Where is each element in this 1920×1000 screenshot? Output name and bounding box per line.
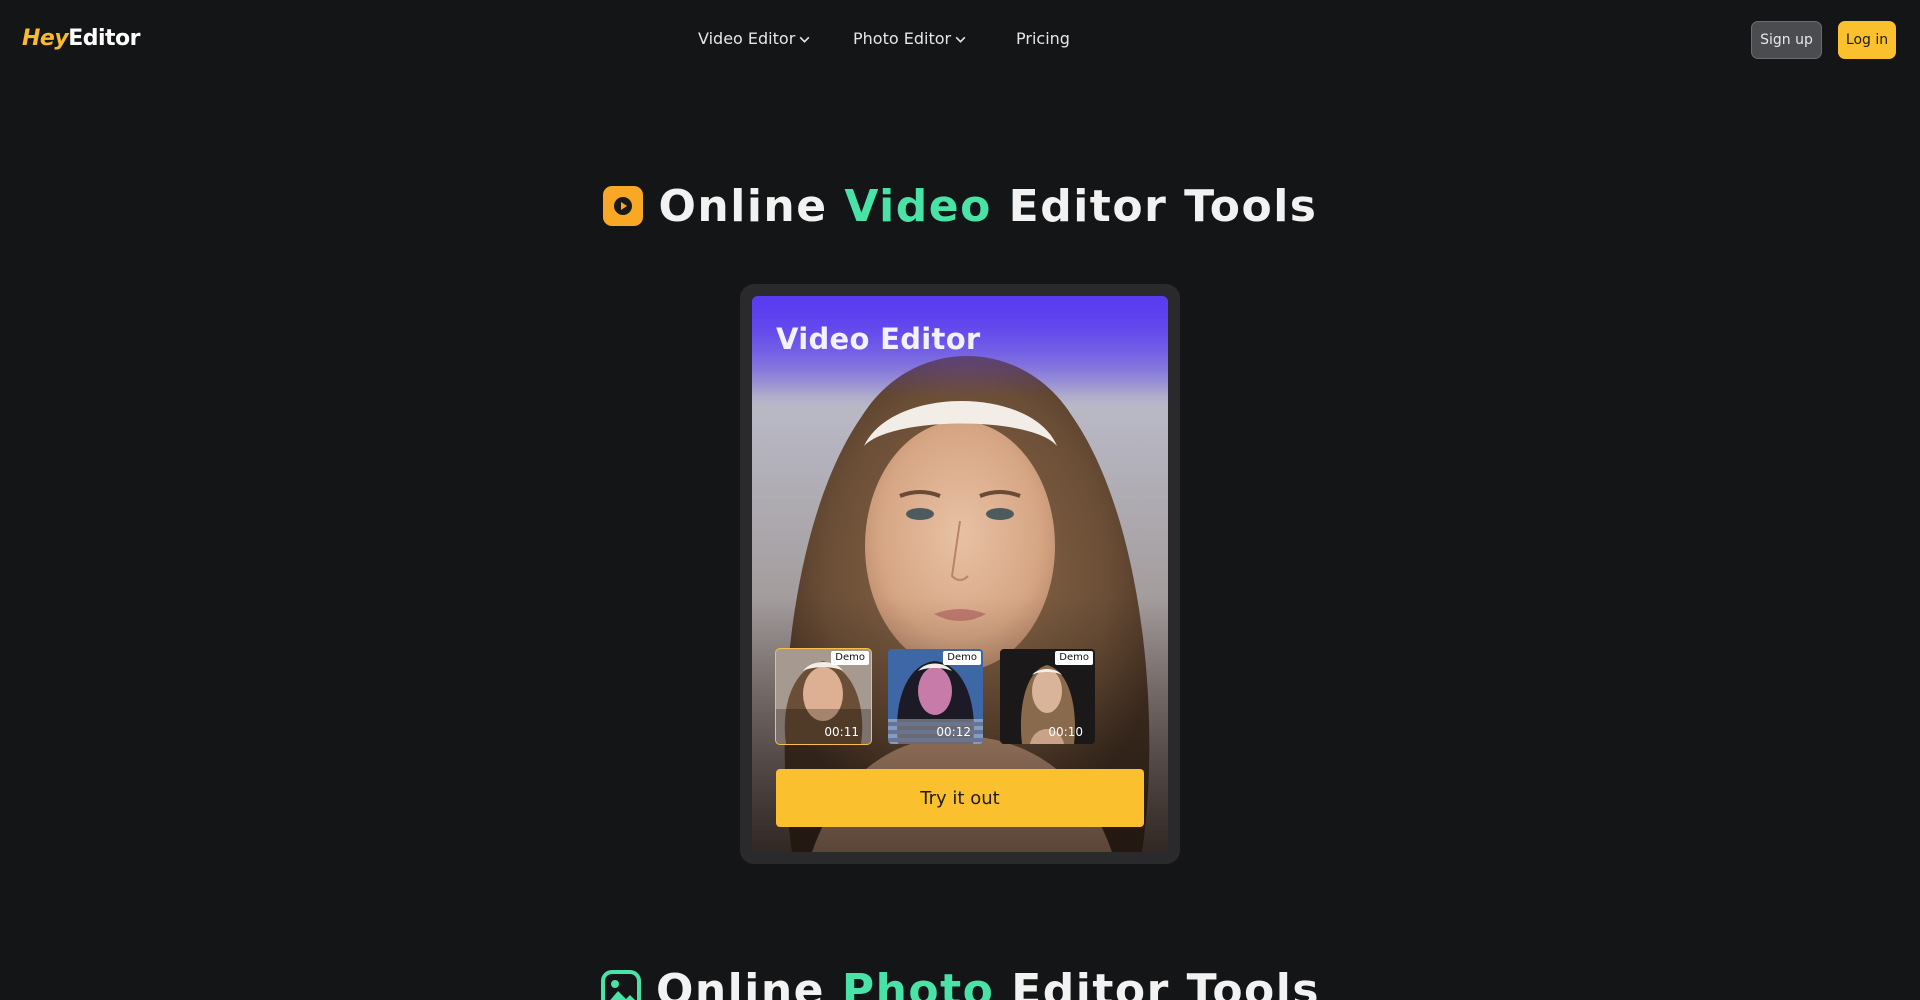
log-in-button[interactable]: Log in [1838, 21, 1896, 59]
video-editor-card: Video Editor Demo 00:11 Demo 00:12 Demo … [752, 296, 1168, 852]
demo-tag: Demo [1055, 651, 1093, 665]
video-duration: 00:11 [824, 725, 859, 739]
video-duration: 00:12 [936, 725, 971, 739]
top-navigation-bar: HeyEditor Video Editor Photo Editor Pric… [0, 0, 1920, 80]
logo-hey: Hey [22, 26, 69, 51]
try-it-out-button[interactable]: Try it out [776, 769, 1144, 827]
video-heading-rest: Editor Tools [1008, 180, 1318, 232]
sign-up-button[interactable]: Sign up [1751, 21, 1822, 59]
logo-editor: Editor [68, 26, 140, 51]
nav-video-editor[interactable]: Video Editor [698, 29, 811, 48]
photo-heading-rest: Editor Tools [1011, 964, 1321, 1000]
demo-tag: Demo [943, 651, 981, 665]
nav-photo-editor[interactable]: Photo Editor [853, 29, 967, 48]
nav-pricing-label: Pricing [1016, 29, 1070, 48]
card-title: Video Editor [776, 322, 981, 356]
nav-video-editor-label: Video Editor [698, 29, 796, 48]
chevron-down-icon [955, 36, 966, 43]
demo-thumbnail-3[interactable]: Demo 00:10 [1000, 649, 1095, 744]
video-duration: 00:10 [1048, 725, 1083, 739]
photo-heading-accent: Photo [841, 964, 995, 1000]
nav-photo-editor-label: Photo Editor [853, 29, 952, 48]
demo-thumbnail-1[interactable]: Demo 00:11 [775, 648, 872, 745]
image-icon [600, 970, 641, 1000]
heyeditor-logo[interactable]: HeyEditor [22, 26, 140, 51]
video-heading-accent: Video [844, 180, 992, 232]
chevron-down-icon [799, 36, 810, 43]
demo-thumbnail-2[interactable]: Demo 00:12 [888, 649, 983, 744]
video-section-heading: Online Video Editor Tools [0, 178, 1920, 234]
photo-heading-online: Online [655, 964, 826, 1000]
demo-tag: Demo [831, 651, 869, 665]
play-icon [602, 186, 643, 226]
video-heading-online: Online [658, 180, 828, 232]
nav-pricing[interactable]: Pricing [1016, 29, 1070, 48]
demo-thumbnails: Demo 00:11 Demo 00:12 Demo 00:10 [775, 648, 1095, 745]
photo-section-heading: Online Photo Editor Tools [0, 962, 1920, 1000]
